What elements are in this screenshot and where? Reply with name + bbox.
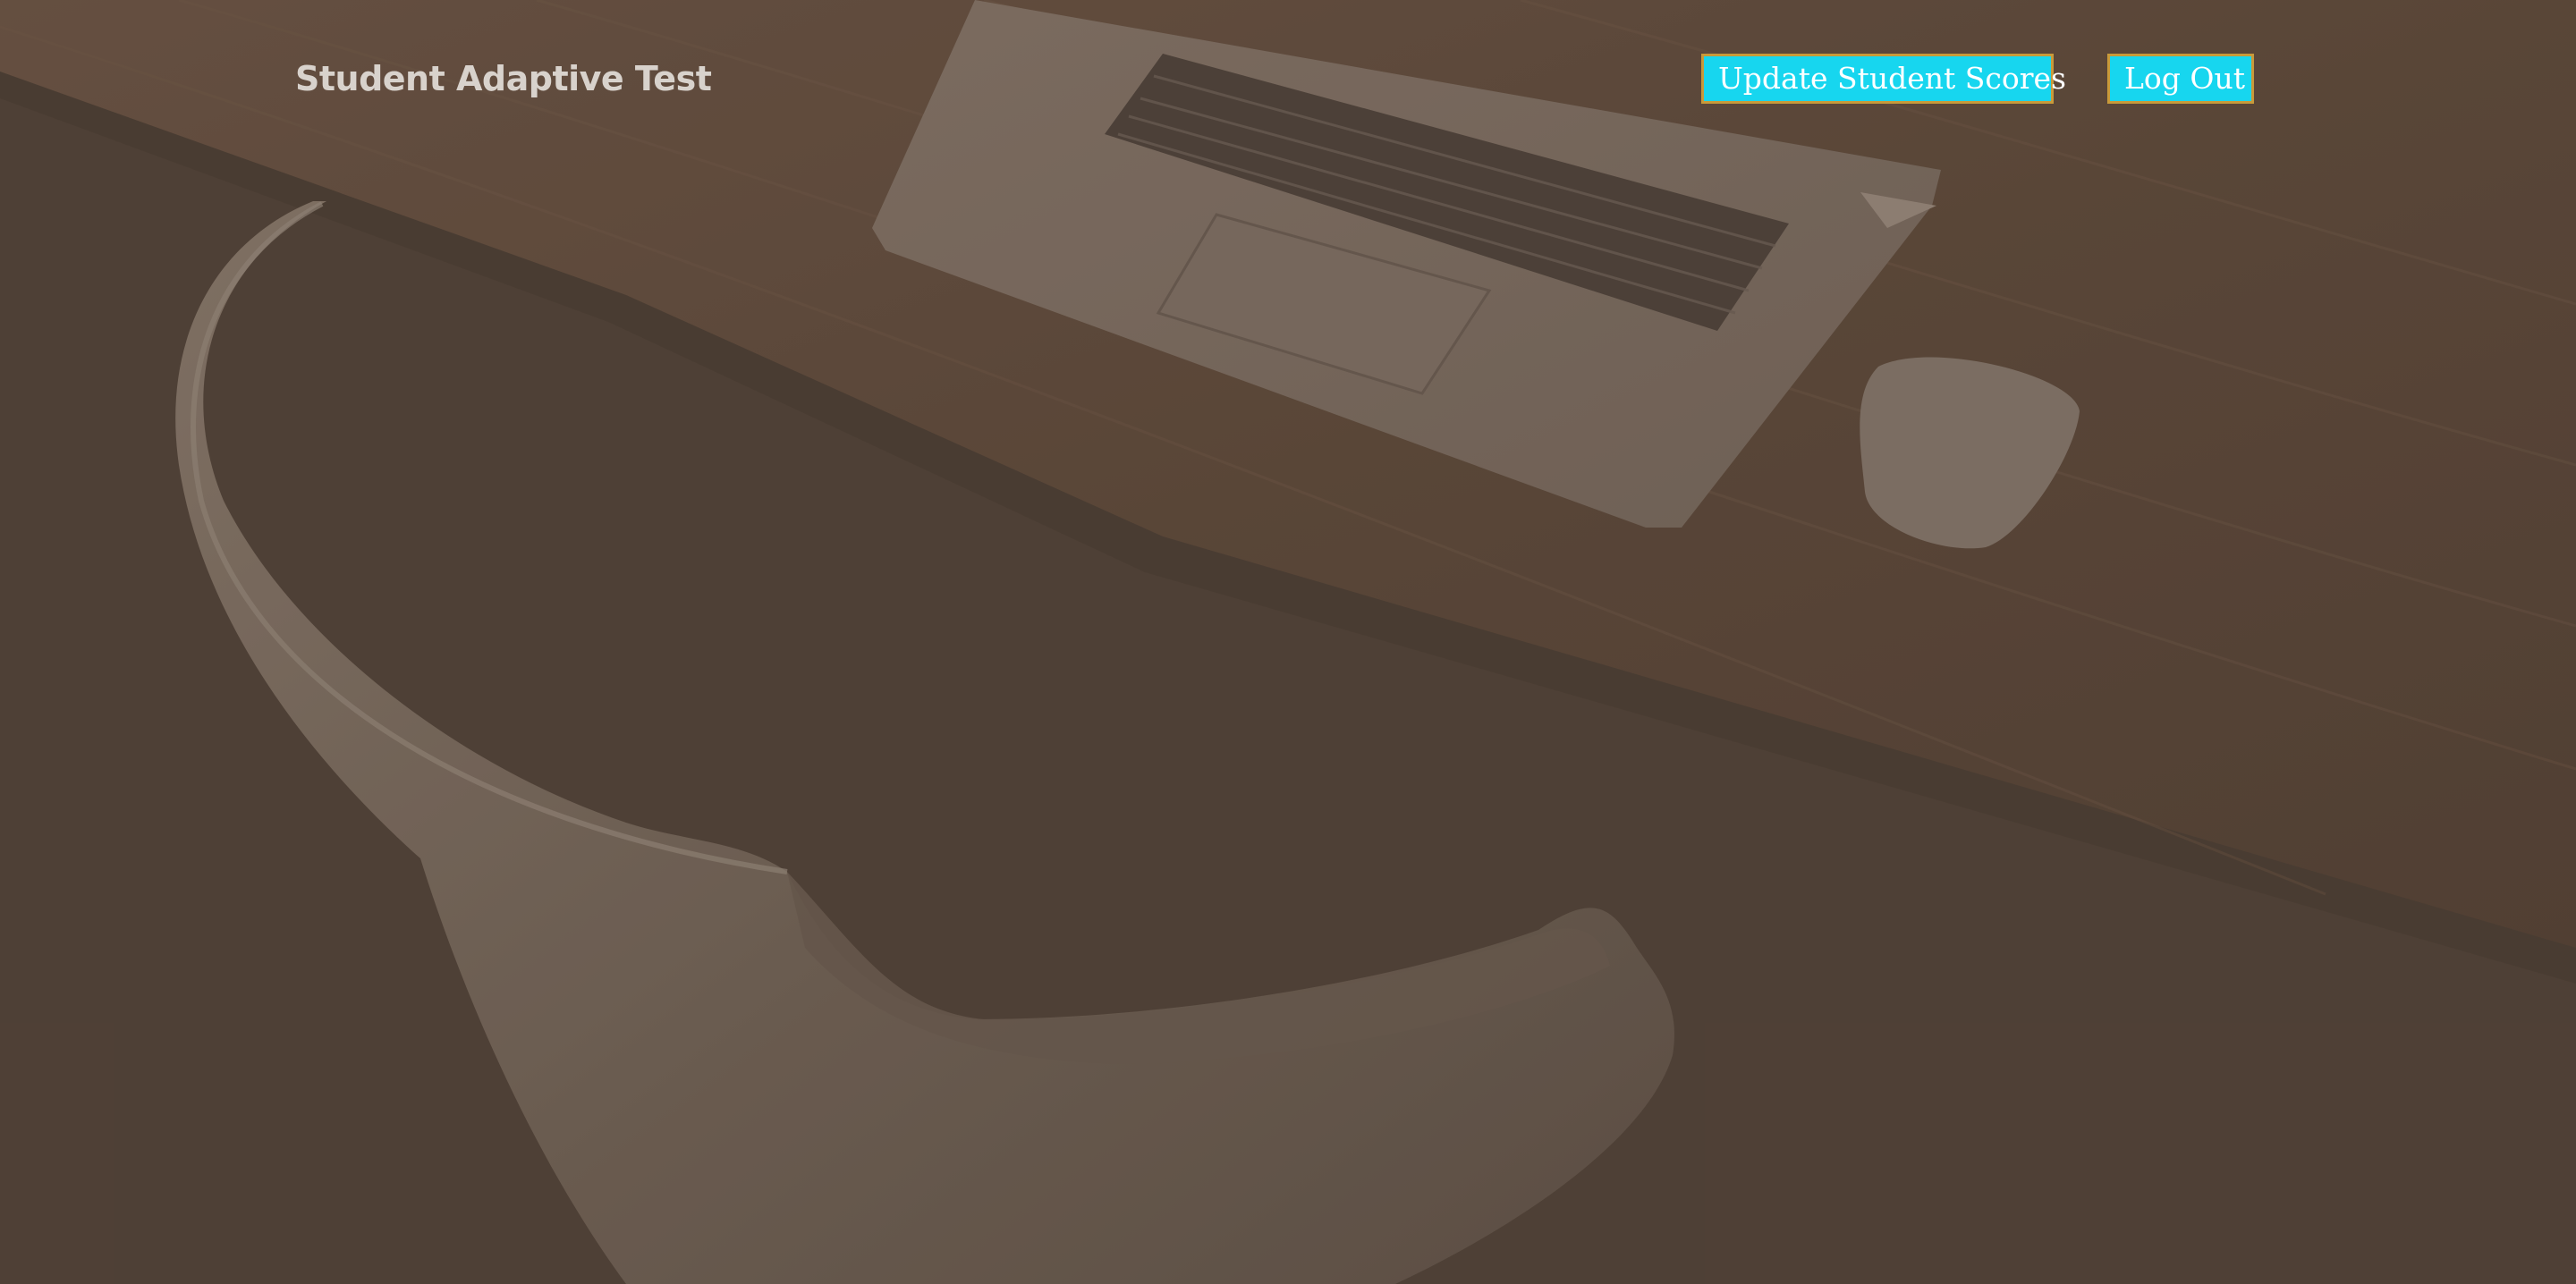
brand-title[interactable]: Student Adaptive Test — [295, 54, 712, 104]
page: Student Adaptive Test Update Student Sco… — [0, 0, 2576, 1284]
background-photo — [0, 0, 2576, 1284]
navbar: Student Adaptive Test Update Student Sco… — [0, 0, 2576, 157]
update-student-scores-button[interactable]: Update Student Scores — [1701, 54, 2066, 104]
log-out-button[interactable]: Log Out — [2107, 54, 2254, 104]
